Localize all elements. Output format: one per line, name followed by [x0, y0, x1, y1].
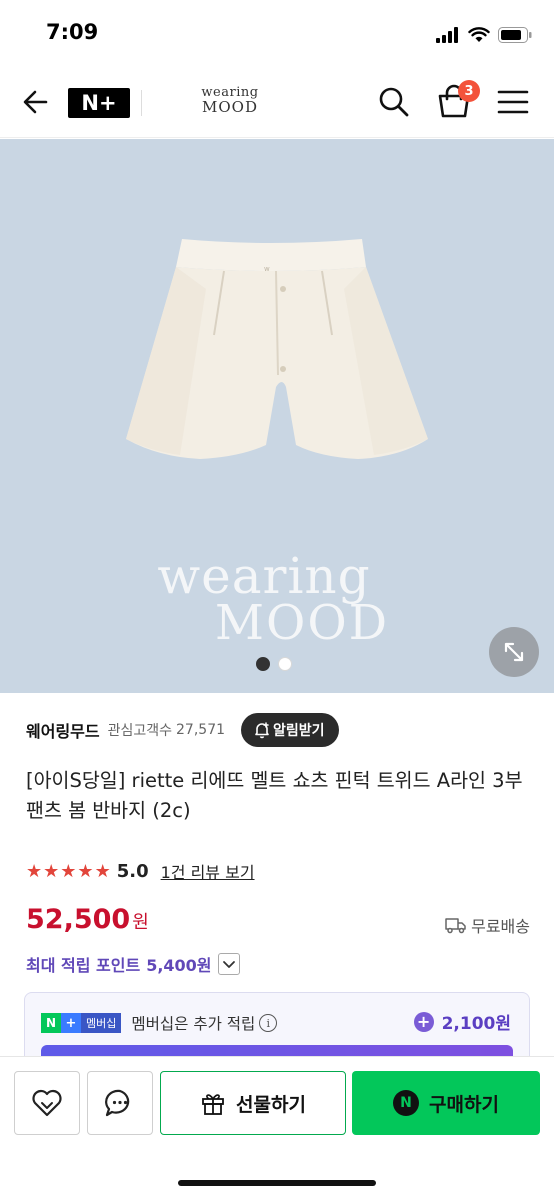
- expand-image-button[interactable]: [489, 627, 539, 677]
- star-icon: ★: [94, 860, 111, 882]
- n-badge-icon: N: [41, 1013, 61, 1033]
- status-bar: 7:09: [0, 0, 554, 66]
- hero-watermark-line2: MOOD: [214, 595, 390, 651]
- status-time: 7:09: [46, 20, 99, 44]
- carousel-dot-2[interactable]: [278, 657, 292, 671]
- top-nav: N+ wearing MOOD: [0, 66, 554, 138]
- followers-count: 27,571: [176, 722, 226, 738]
- membership-badge-label: 멤버십: [81, 1013, 122, 1033]
- seller-row: 웨어링무드 관심고객수 27,571 알림받기: [26, 713, 339, 747]
- plus-badge-icon: +: [61, 1013, 81, 1033]
- shipping-label: 무료배송: [471, 917, 530, 936]
- carousel-dot-1[interactable]: [256, 657, 270, 671]
- hero-watermark: wearing MOOD: [0, 551, 554, 647]
- search-button[interactable]: [376, 84, 412, 120]
- chat-bubble-icon: [105, 1089, 130, 1117]
- star-icon: ★: [77, 860, 94, 882]
- buy-label: 구매하기: [429, 1093, 499, 1116]
- menu-button[interactable]: [494, 84, 532, 120]
- back-button[interactable]: [18, 84, 54, 120]
- nav-divider: [141, 90, 142, 116]
- svg-text:w: w: [264, 265, 270, 273]
- star-icon: ★: [60, 860, 77, 882]
- bottom-action-bar: 선물하기 N 구매하기: [0, 1056, 554, 1200]
- membership-head: N + 멤버십 멤버십은 추가 적립 i: [41, 1011, 278, 1035]
- search-icon: [379, 87, 409, 117]
- star-rating: ★ ★ ★ ★ ★: [26, 861, 111, 882]
- seller-name[interactable]: 웨어링무드: [26, 718, 100, 742]
- wishlist-button[interactable]: [14, 1071, 80, 1135]
- alarm-label: 알림받기: [273, 723, 325, 739]
- signal-icon: [436, 27, 458, 43]
- membership-text: 멤버십은 추가 적립: [131, 1015, 256, 1033]
- battery-icon: [498, 27, 532, 43]
- truck-icon: [445, 918, 466, 934]
- plus-circle-icon: +: [413, 1011, 434, 1032]
- points-expand-button[interactable]: [217, 953, 240, 975]
- arrow-left-icon: [23, 90, 48, 114]
- followers-label: 관심고객수: [107, 723, 173, 739]
- shipping-info: 무료배송: [445, 912, 530, 938]
- rating-row: ★ ★ ★ ★ ★ 5.0 1건 리뷰 보기: [26, 856, 255, 886]
- brand-logo[interactable]: wearing MOOD: [188, 86, 272, 120]
- info-icon[interactable]: i: [259, 1014, 278, 1032]
- gift-label: 선물하기: [236, 1093, 306, 1116]
- naver-plus-logo[interactable]: N+: [68, 88, 130, 118]
- review-link[interactable]: 1건 리뷰 보기: [161, 859, 255, 883]
- status-icons: [436, 24, 532, 46]
- cart-count-badge: 3: [458, 80, 480, 102]
- product-image-carousel[interactable]: w wearing MOOD: [0, 139, 554, 693]
- notification-subscribe-button[interactable]: 알림받기: [241, 713, 339, 747]
- expand-arrows-icon: [504, 642, 524, 662]
- hamburger-menu-icon: [497, 90, 529, 114]
- points-value: 5,400원: [146, 956, 212, 975]
- gift-button[interactable]: 선물하기: [160, 1071, 346, 1135]
- carousel-dots: [256, 657, 292, 671]
- home-indicator: [178, 1180, 376, 1186]
- naver-plus-membership-badge: N + 멤버십: [41, 1013, 122, 1033]
- star-icon: ★: [26, 860, 43, 882]
- product-title: [아이S당일] riette 리에뜨 멜트 쇼츠 핀턱 트위드 A라인 3부 팬…: [26, 769, 523, 823]
- gift-icon: [202, 1094, 224, 1115]
- membership-points: + 2,100원: [413, 1009, 511, 1034]
- membership-amount: 2,100원: [441, 1014, 511, 1034]
- price-unit: 원: [132, 912, 149, 933]
- points-label: 최대 적립 포인트: [26, 956, 141, 975]
- naver-n-icon: N: [393, 1090, 420, 1116]
- rating-score: 5.0: [116, 860, 149, 882]
- heart-icon: [32, 1089, 62, 1117]
- buy-button[interactable]: N 구매하기: [352, 1071, 540, 1135]
- price-value: 52,500: [26, 904, 131, 935]
- star-icon: ★: [43, 860, 60, 882]
- points-row: 최대 적립 포인트 5,400원: [26, 950, 240, 978]
- talk-chat-button[interactable]: [87, 1071, 153, 1135]
- price-row: 52,500 원: [26, 904, 149, 944]
- bell-plus-icon: [255, 722, 269, 739]
- hero-watermark-line1: wearing: [157, 547, 371, 605]
- brand-logo-line2: MOOD: [202, 98, 258, 116]
- wifi-icon: [468, 27, 490, 42]
- chevron-down-icon: [222, 961, 235, 968]
